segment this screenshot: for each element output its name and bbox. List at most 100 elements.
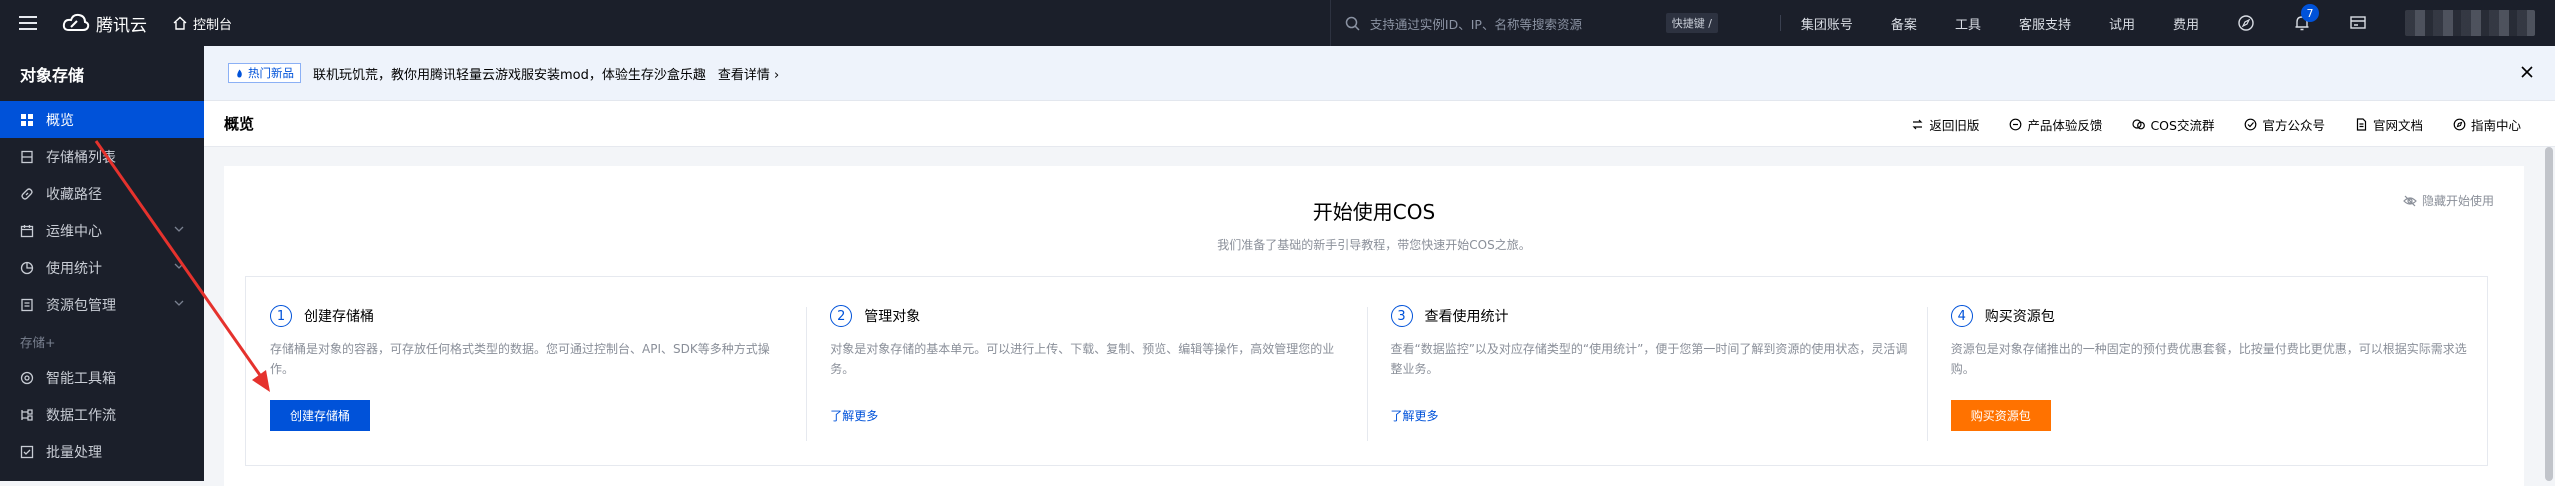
sidebar-item-label: 批量处理 xyxy=(46,444,102,461)
nav-support[interactable]: 客服支持 xyxy=(2019,14,2071,33)
console-label: 控制台 xyxy=(193,17,233,33)
account-avatar[interactable] xyxy=(2405,10,2535,36)
close-icon[interactable] xyxy=(2519,64,2535,80)
nav-tools[interactable]: 工具 xyxy=(1955,14,1981,33)
nav-trial[interactable]: 试用 xyxy=(2109,14,2135,33)
step-number: 4 xyxy=(1950,305,1973,327)
sidebar-item-resource-packages[interactable]: 资源包管理 xyxy=(0,286,204,323)
step-title: 查看使用统计 xyxy=(1424,309,1509,325)
search-icon xyxy=(1345,16,1360,31)
step-buy-package: 4 购买资源包 资源包是对象存储推出的一种固定的预付费优惠套餐，比按量付费比更优… xyxy=(1926,277,2487,465)
hot-tag-label: 热门新品 xyxy=(248,66,294,80)
create-bucket-button[interactable]: 创建存储桶 xyxy=(270,400,371,431)
header-link-label: COS交流群 xyxy=(2150,117,2215,133)
sidebar-item-data-workflow[interactable]: 数据工作流 xyxy=(0,396,204,433)
home-icon xyxy=(173,16,187,30)
learn-more-link[interactable]: 了解更多 xyxy=(1391,407,1439,424)
shortcut-hint: 快捷键 / xyxy=(1665,13,1718,33)
nav-group-account[interactable]: 集团账号 xyxy=(1801,14,1853,33)
guide-title: 开始使用COS xyxy=(1312,200,1436,224)
sidebar-item-favorites[interactable]: 收藏路径 xyxy=(0,175,204,212)
official-account-link[interactable]: 官方公众号 xyxy=(2244,115,2325,134)
step-number: 1 xyxy=(270,305,292,327)
menu-icon[interactable] xyxy=(0,0,56,46)
chevron-down-icon xyxy=(174,226,184,232)
header-link-label: 返回旧版 xyxy=(1929,117,1980,133)
workflow-icon xyxy=(21,408,33,421)
top-nav: 腾讯云 控制台 支持通过实例ID、IP、名称等搜索资源 快捷键 / 集团账号 备… xyxy=(0,0,2555,46)
notification-bell[interactable]: 7 xyxy=(2293,4,2319,32)
sidebar-item-overview[interactable]: 概览 xyxy=(0,101,204,138)
sidebar-item-batch-processing[interactable]: 批量处理 xyxy=(0,433,204,470)
sidebar-title: 对象存储 xyxy=(20,65,85,85)
learn-more-link[interactable]: 了解更多 xyxy=(830,407,878,424)
announcement-detail-link[interactable]: 查看详情 › xyxy=(718,64,779,83)
step-create-bucket: 1 创建存储桶 存储桶是对象的容器，可存放任何格式类型的数据。您可通过控制台、A… xyxy=(246,277,806,465)
chevron-down-icon xyxy=(174,263,184,269)
announcement-bar: 热门新品 联机玩饥荒，教你用腾讯轻量云游戏服安装mod，体验生存沙盒乐趣 查看详… xyxy=(204,46,2555,101)
sidebar-item-label: 存储桶列表 xyxy=(46,149,116,166)
message-icon[interactable] xyxy=(2349,14,2367,32)
group-chat-icon xyxy=(2132,118,2146,129)
brand-name: 腾讯云 xyxy=(96,15,147,36)
hide-guide-label: 隐藏开始使用 xyxy=(2421,194,2494,208)
sidebar-item-label: 概览 xyxy=(46,112,74,129)
console-link[interactable]: 控制台 xyxy=(173,14,232,33)
sidebar-item-ops-center[interactable]: 运维中心 xyxy=(0,212,204,249)
brand-logo[interactable]: 腾讯云 xyxy=(62,11,147,36)
step-description: 存储桶是对象的容器，可存放任何格式类型的数据。您可通过控制台、API、SDK等多… xyxy=(270,342,770,376)
step-description: 查看“数据监控”以及对应存储类型的“使用统计”，便于您第一时间了解到资源的使用状… xyxy=(1390,342,1908,376)
sidebar-item-label: 资源包管理 xyxy=(46,297,116,314)
sidebar-item-label: 收藏路径 xyxy=(46,186,102,203)
cloud-logo-icon xyxy=(62,13,90,31)
notification-badge: 7 xyxy=(2301,4,2319,22)
grid-icon xyxy=(21,113,33,126)
page-header: 概览 返回旧版 产品体验反馈 COS交流群 官方公众号 官网文档 指南中心 xyxy=(204,101,2555,147)
step-usage-stats: 3 查看使用统计 查看“数据监控”以及对应存储类型的“使用统计”，便于您第一时间… xyxy=(1366,277,1927,465)
guide-center-link[interactable]: 指南中心 xyxy=(2453,115,2521,134)
sidebar-item-label: 智能工具箱 xyxy=(46,370,116,387)
buy-package-button[interactable]: 购买资源包 xyxy=(1950,400,2051,431)
step-number: 2 xyxy=(830,305,853,327)
sidebar-item-usage-stats[interactable]: 使用统计 xyxy=(0,249,204,286)
guide-subtitle: 我们准备了基础的新手引导教程，带您快速开始COS之旅。 xyxy=(1217,238,1531,252)
step-title: 购买资源包 xyxy=(1984,309,2055,325)
sidebar-item-smart-toolbox[interactable]: 智能工具箱 xyxy=(0,359,204,396)
step-manage-objects: 2 管理对象 对象是对象存储的基本单元。可以进行上传、下载、复制、预览、编辑等操… xyxy=(806,277,1366,465)
nav-filing[interactable]: 备案 xyxy=(1891,14,1917,33)
feedback-link[interactable]: 产品体验反馈 xyxy=(2009,115,2102,134)
sidebar-group-label: 存储+ xyxy=(20,334,56,350)
header-link-label: 官方公众号 xyxy=(2262,117,2325,133)
getting-started-card: 开始使用COS 我们准备了基础的新手引导教程，带您快速开始COS之旅。 隐藏开始… xyxy=(224,166,2524,486)
step-number: 3 xyxy=(1390,305,1413,327)
back-to-old-link[interactable]: 返回旧版 xyxy=(1911,115,1979,134)
pie-icon xyxy=(20,261,34,274)
page-scrollbar[interactable] xyxy=(2543,147,2555,481)
docs-link[interactable]: 官网文档 xyxy=(2355,115,2423,134)
package-icon xyxy=(21,298,33,311)
cos-group-link[interactable]: COS交流群 xyxy=(2132,115,2214,134)
search-placeholder: 支持通过实例ID、IP、名称等搜索资源 xyxy=(1369,16,1582,32)
scrollbar-thumb[interactable] xyxy=(2545,147,2553,481)
sidebar-item-label: 运维中心 xyxy=(46,223,102,240)
header-link-label: 产品体验反馈 xyxy=(2027,117,2103,133)
document-icon xyxy=(2356,117,2367,131)
compass-icon[interactable] xyxy=(2237,14,2255,32)
step-description: 资源包是对象存储推出的一种固定的预付费优惠套餐，比按量付费比更优惠，可以根据实际… xyxy=(1950,342,2467,376)
bucket-icon xyxy=(21,150,33,163)
sidebar-item-label: 数据工作流 xyxy=(46,407,116,424)
nav-billing[interactable]: 费用 xyxy=(2173,14,2199,33)
page-title: 概览 xyxy=(224,115,255,133)
hide-guide-button[interactable]: 隐藏开始使用 xyxy=(2403,192,2494,209)
batch-icon xyxy=(20,445,34,458)
link-icon xyxy=(21,187,33,200)
announcement-text[interactable]: 联机玩饥荒，教你用腾讯轻量云游戏服安装mod，体验生存沙盒乐趣 xyxy=(313,64,706,83)
sidebar-item-bucket-list[interactable]: 存储桶列表 xyxy=(0,138,204,175)
step-description: 对象是对象存储的基本单元。可以进行上传、下载、复制、预览、编辑等操作，高效管理您… xyxy=(830,342,1335,376)
chat-icon xyxy=(2010,118,2022,130)
global-search[interactable]: 支持通过实例ID、IP、名称等搜索资源 快捷键 / xyxy=(1329,0,1718,46)
toolbox-icon xyxy=(20,371,34,384)
guide-steps: 1 创建存储桶 存储桶是对象的容器，可存放任何格式类型的数据。您可通过控制台、A… xyxy=(245,276,2488,466)
header-link-label: 官网文档 xyxy=(2372,117,2423,133)
check-circle-icon xyxy=(2245,118,2257,130)
